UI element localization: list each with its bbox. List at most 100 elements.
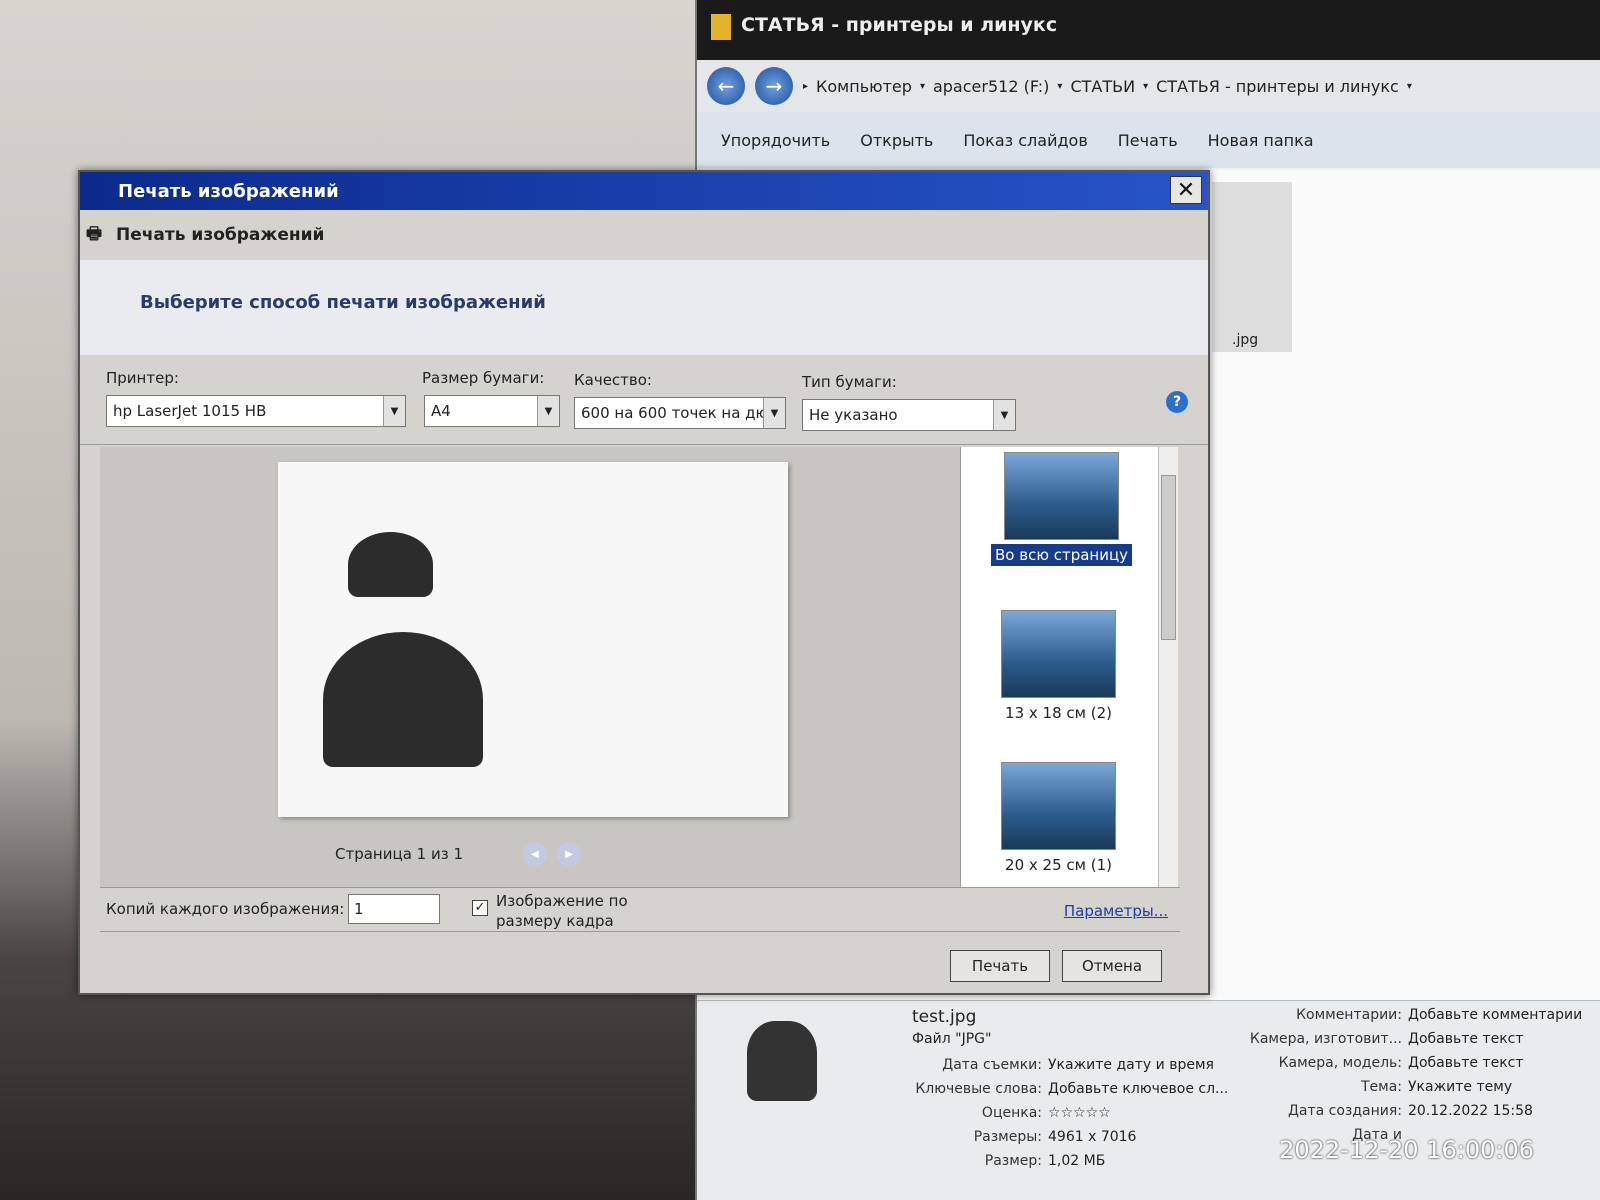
- back-button[interactable]: ←: [707, 67, 745, 105]
- page-navigator: Страница 1 из 1 ◀ ▶: [335, 842, 581, 866]
- copies-value: 1: [354, 900, 364, 918]
- organize-button[interactable]: Упорядочить: [721, 131, 830, 150]
- detail-row: Размеры: 4961 x 7016: [912, 1129, 1137, 1145]
- page-info: Страница 1 из 1: [335, 845, 463, 863]
- detail-key: Комментарии:: [1296, 1007, 1402, 1023]
- detail-key: Оценка:: [981, 1105, 1042, 1121]
- layout-thumbnail: [1004, 452, 1120, 540]
- scrollbar-thumb[interactable]: [1161, 475, 1176, 640]
- layout-13x18[interactable]: 13 x 18 см (2): [1001, 610, 1116, 722]
- details-pane: test.jpg Файл "JPG" Дата съемки: Укажите …: [697, 1000, 1600, 1200]
- print-preview: Страница 1 из 1 ◀ ▶: [100, 447, 970, 887]
- details-filetype: Файл "JPG": [912, 1031, 992, 1047]
- chevron-down-icon: ▼: [993, 400, 1015, 430]
- forward-button[interactable]: →: [755, 67, 793, 105]
- prev-page-button[interactable]: ◀: [523, 842, 547, 866]
- print-pictures-dialog: Печать изображений ✕ 🖶 Печать изображений …: [78, 170, 1210, 995]
- quality-value: 600 на 600 точек на дю: [581, 404, 769, 422]
- dialog-title: Печать изображений: [118, 180, 339, 202]
- detail-value[interactable]: Добавьте комментарии: [1408, 1007, 1582, 1023]
- detail-row: Камера, модель: Добавьте текст: [1227, 1055, 1524, 1071]
- copies-row: Копий каждого изображения: 1 ✓ Изображен…: [100, 887, 1180, 932]
- layout-20x25[interactable]: 20 x 25 см (1): [1001, 762, 1116, 874]
- subtitle-text: Печать изображений: [116, 225, 325, 245]
- photo-timestamp: 2022-12-20 16:00:06: [1279, 1136, 1534, 1164]
- detail-value[interactable]: 4961 x 7016: [1048, 1129, 1136, 1145]
- breadcrumb: ▸ Компьютер ▾ apacer512 (F:) ▾ СТАТЬИ ▾ СТАТ…: [803, 76, 1412, 96]
- paper-size-value: A4: [431, 402, 451, 420]
- paper-type-label: Тип бумаги:: [802, 373, 897, 391]
- breadcrumb-item[interactable]: СТАТЬЯ - принтеры и линукс: [1156, 77, 1399, 96]
- slideshow-button[interactable]: Показ слайдов: [963, 131, 1087, 150]
- explorer-title: СТАТЬЯ - принтеры и линукс: [741, 14, 1058, 36]
- chevron-down-icon: ▼: [383, 396, 405, 426]
- detail-row: Размер: 1,02 МБ: [912, 1153, 1106, 1169]
- detail-row: Дата съемки: Укажите дату и время: [912, 1057, 1214, 1073]
- detail-value[interactable]: Укажите тему: [1408, 1079, 1512, 1095]
- paper-type-select[interactable]: Не указано ▼: [802, 399, 1016, 431]
- chevron-down-icon: ▼: [537, 396, 559, 426]
- folder-icon: [711, 14, 731, 40]
- new-folder-button[interactable]: Новая папка: [1208, 131, 1314, 150]
- dialog-titlebar: Печать изображений ✕: [80, 172, 1208, 210]
- cancel-button[interactable]: Отмена: [1062, 950, 1162, 982]
- quality-select[interactable]: 600 на 600 точек на дю ▼: [574, 397, 786, 429]
- detail-row: Тема: Укажите тему: [1227, 1079, 1512, 1095]
- copies-label: Копий каждого изображения:: [106, 900, 345, 918]
- layout-thumbnail: [1001, 762, 1116, 850]
- instruction-banner: Выберите способ печати изображений: [80, 260, 1208, 355]
- detail-value[interactable]: Добавьте текст: [1408, 1031, 1524, 1047]
- layout-label: 20 x 25 см (1): [1005, 856, 1112, 874]
- address-bar: ← → ▸ Компьютер ▾ apacer512 (F:) ▾ СТАТЬИ ▾ …: [697, 60, 1600, 112]
- detail-value[interactable]: 1,02 МБ: [1048, 1153, 1105, 1169]
- detail-key: Дата съемки:: [942, 1057, 1042, 1073]
- quality-label: Качество:: [574, 371, 652, 389]
- breadcrumb-item[interactable]: apacer512 (F:): [933, 77, 1049, 96]
- detail-row: Оценка: ☆☆☆☆☆: [912, 1105, 1111, 1121]
- close-button[interactable]: ✕: [1170, 176, 1202, 204]
- layout-label: Во всю страницу: [991, 544, 1133, 566]
- print-button[interactable]: Печать: [950, 950, 1050, 982]
- layout-full-page[interactable]: Во всю страницу: [991, 452, 1133, 566]
- detail-key: Камера, модель:: [1278, 1055, 1402, 1071]
- detail-key: Размер:: [984, 1153, 1042, 1169]
- open-button[interactable]: Открыть: [860, 131, 933, 150]
- next-page-button[interactable]: ▶: [557, 842, 581, 866]
- breadcrumb-item[interactable]: СТАТЬИ: [1070, 77, 1135, 96]
- options-link[interactable]: Параметры...: [1064, 902, 1168, 920]
- preview-image: [747, 1021, 817, 1101]
- printer-label: Принтер:: [106, 369, 179, 387]
- detail-value[interactable]: 20.12.2022 15:58: [1408, 1103, 1533, 1119]
- detail-row: Ключевые слова: Добавьте ключевое сл...: [912, 1081, 1228, 1097]
- explorer-titlebar: СТАТЬЯ - принтеры и линукс: [697, 0, 1600, 60]
- details-filename: test.jpg: [912, 1007, 977, 1027]
- chevron-down-icon: ▼: [763, 398, 785, 428]
- preview-image-small: [348, 532, 433, 597]
- printer-select[interactable]: hp LaserJet 1015 HB ▼: [106, 395, 406, 427]
- preview-image-large: [323, 632, 483, 767]
- breadcrumb-item[interactable]: Компьютер: [816, 77, 912, 96]
- detail-value[interactable]: Добавьте текст: [1408, 1055, 1524, 1071]
- detail-key: Камера, изготовит...: [1249, 1031, 1402, 1047]
- fit-label: Изображение по размеру кадра: [496, 892, 628, 930]
- printer-icon: 🖶: [86, 223, 103, 244]
- file-label: .jpg: [1232, 332, 1259, 348]
- printer-value: hp LaserJet 1015 HB: [113, 402, 267, 420]
- detail-value[interactable]: Укажите дату и время: [1048, 1057, 1214, 1073]
- layout-thumbnail: [1001, 610, 1116, 698]
- detail-row: Дата создания: 20.12.2022 15:58: [1227, 1103, 1533, 1119]
- layout-label: 13 x 18 см (2): [1005, 704, 1112, 722]
- fit-checkbox[interactable]: ✓: [472, 900, 488, 916]
- detail-value[interactable]: ☆☆☆☆☆: [1048, 1105, 1111, 1121]
- layout-list: Во всю страницу 13 x 18 см (2) 20 x 25 с…: [960, 447, 1178, 887]
- print-options: Принтер: hp LaserJet 1015 HB ▼ Размер бум…: [80, 355, 1208, 445]
- dialog-subtitle: 🖶 Печать изображений: [80, 210, 1208, 260]
- copies-stepper[interactable]: 1: [348, 894, 440, 924]
- layout-scrollbar[interactable]: [1158, 447, 1178, 887]
- detail-value[interactable]: Добавьте ключевое сл...: [1048, 1081, 1228, 1097]
- print-toolbar-button[interactable]: Печать: [1118, 131, 1178, 150]
- file-thumbnail[interactable]: .jpg: [1212, 182, 1292, 352]
- help-icon[interactable]: ?: [1166, 391, 1188, 413]
- detail-key: Дата создания:: [1287, 1103, 1402, 1119]
- paper-size-select[interactable]: A4 ▼: [424, 395, 560, 427]
